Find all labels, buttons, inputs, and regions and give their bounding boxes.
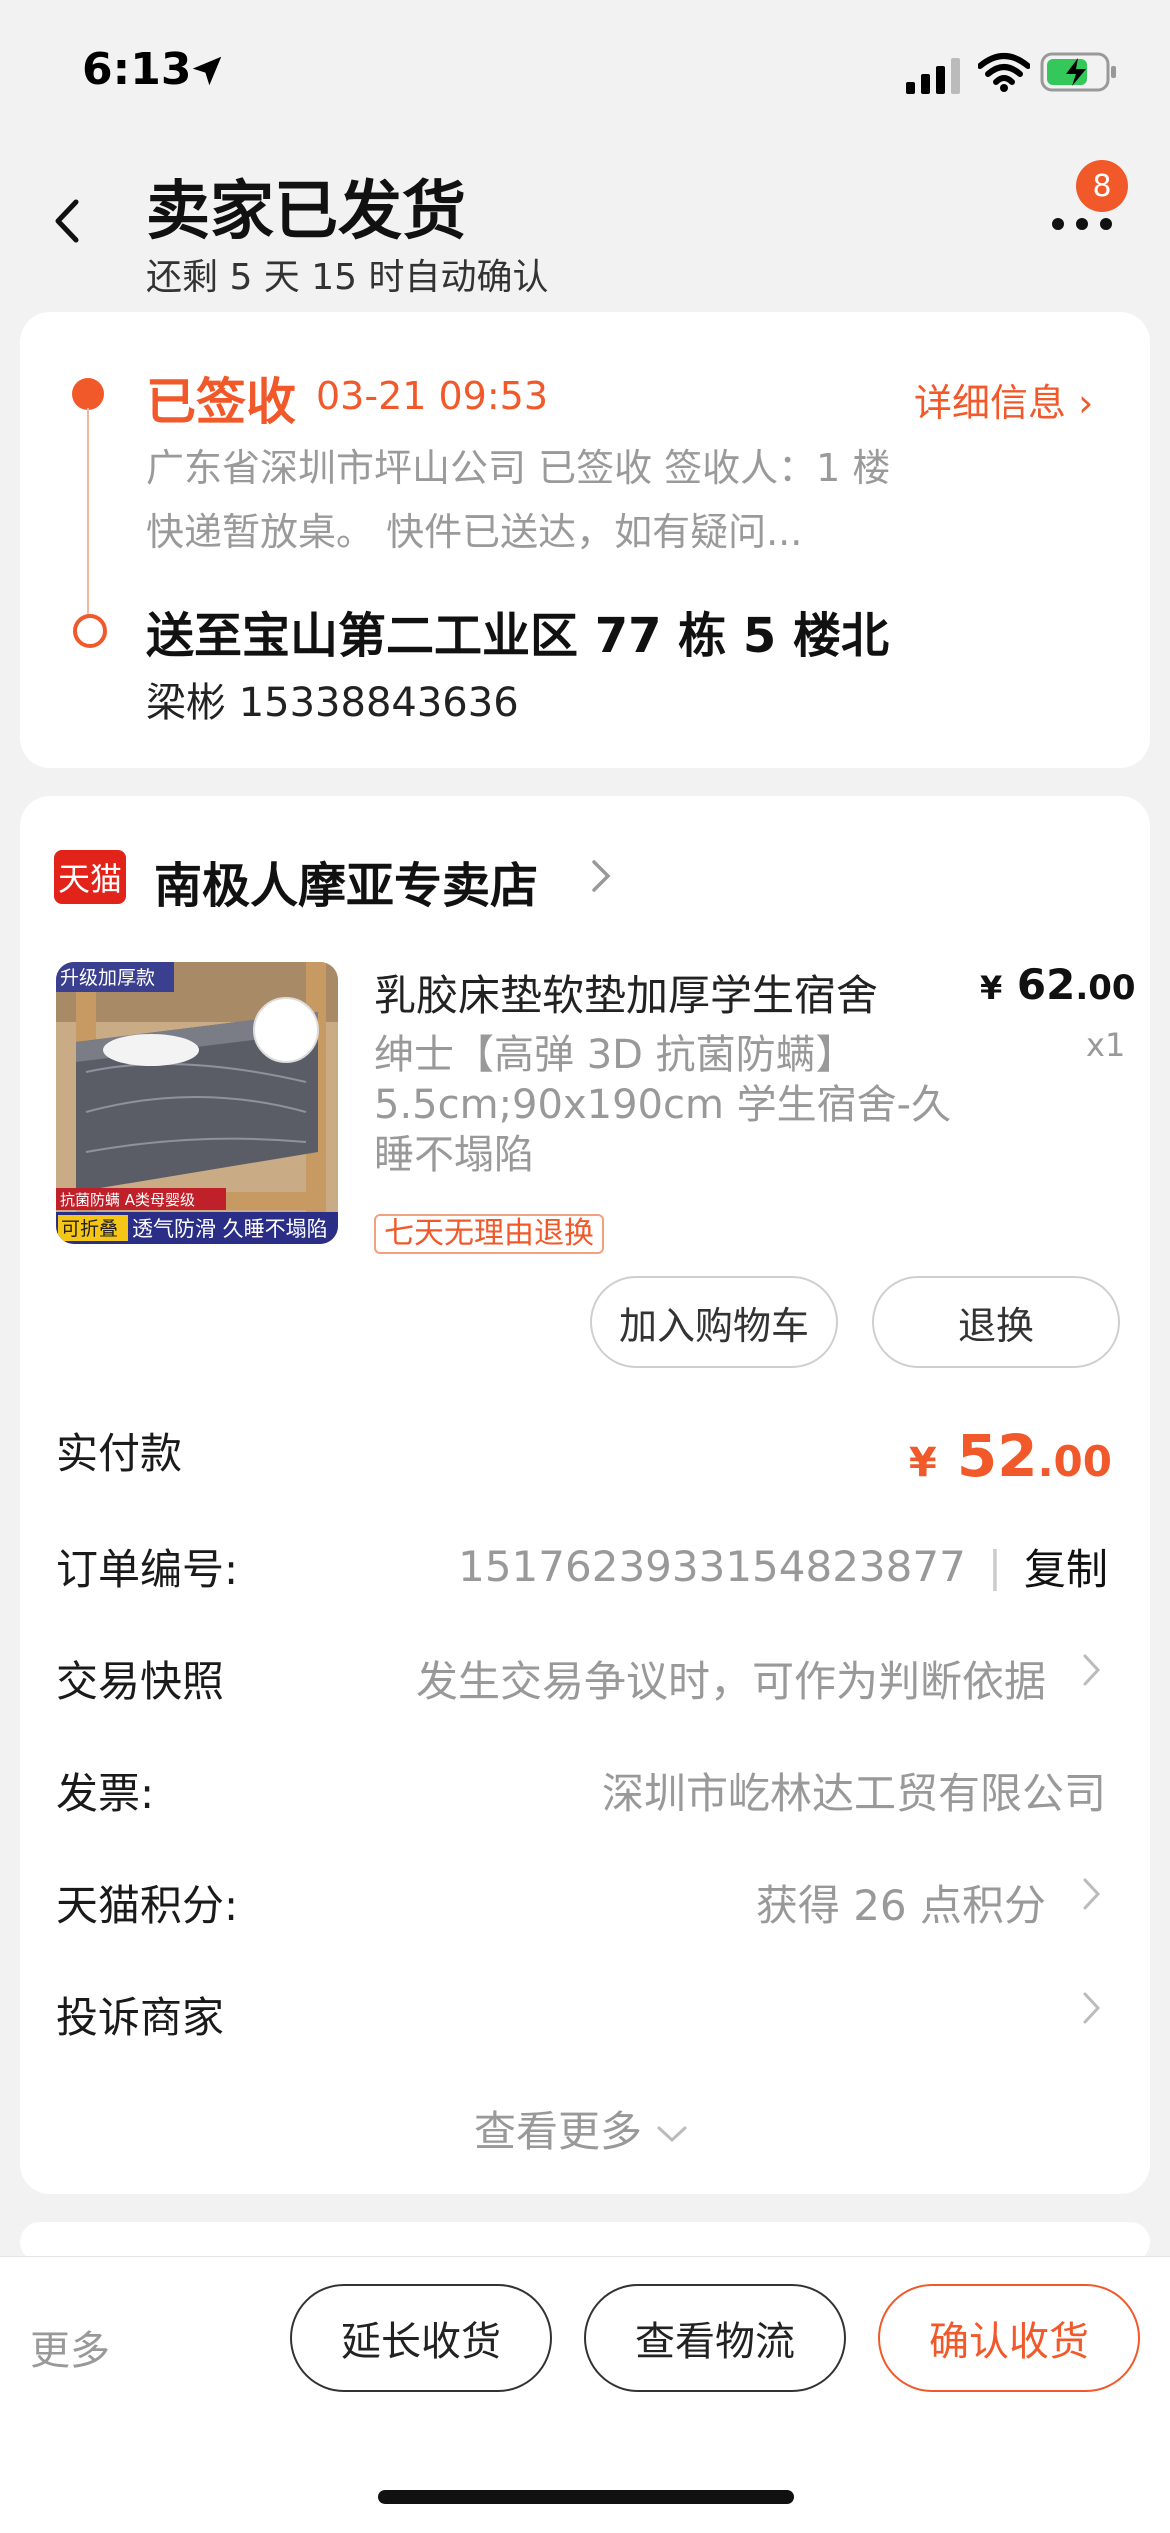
recipient-info: 梁彬 15338843636 (146, 680, 519, 726)
tracking-description: 广东省深圳市坪山公司 已签收 签收人：1 楼快递暂放桌。 快件已送达，如有疑问.… (146, 446, 891, 554)
more-actions-button[interactable]: 更多 (30, 2318, 110, 2376)
order-number-group: 1517623933154823877 | 复制 (458, 1536, 1108, 1597)
back-icon[interactable] (48, 196, 88, 246)
product-spec: 绅士【高弹 3D 抗菌防螨】5.5cm;90x190cm 学生宿舍-久睡不塌陷 (374, 1032, 952, 1178)
cellular-signal-icon (906, 58, 960, 94)
view-logistics-button[interactable]: 查看物流 (584, 2284, 846, 2392)
chevron-right-icon[interactable] (1082, 1652, 1102, 1688)
confirm-receipt-button[interactable]: 确认收货 (878, 2284, 1140, 2392)
complain-merchant-label[interactable]: 投诉商家 (56, 1984, 224, 2045)
location-arrow-icon (192, 56, 222, 86)
image-mid-label: 抗菌防螨 A类母婴级 (60, 1191, 195, 1209)
store-name[interactable]: 南极人摩亚专卖店 (154, 846, 538, 916)
product-image[interactable]: 升级加厚款 抗菌防螨 A类母婴级 可折叠 透气防滑 久睡不塌陷 (56, 962, 338, 1244)
timeline-dot-current (72, 378, 104, 410)
image-bottom-label: 透气防滑 久睡不塌陷 (132, 1217, 328, 1241)
delivery-time: 03-21 09:53 (316, 374, 549, 418)
paid-amount-value: ¥ 52.00 (908, 1422, 1112, 1490)
snapshot-value[interactable]: 发生交易争议时，可作为判断依据 (416, 1648, 1046, 1709)
timeline-line (87, 408, 89, 618)
product-price: ¥ 62.00 (980, 960, 1136, 1009)
more-options-icon[interactable] (1050, 210, 1114, 232)
home-indicator[interactable] (378, 2490, 794, 2504)
delivery-status: 已签收 (146, 373, 296, 431)
status-time: 6:13 (82, 44, 192, 95)
wifi-icon (978, 53, 1030, 92)
product-title[interactable]: 乳胶床垫软垫加厚学生宿舍 (374, 962, 934, 1023)
notification-badge: 8 (1076, 160, 1128, 212)
timeline-dot-destination (73, 614, 107, 648)
product-quantity: x1 (1086, 1026, 1126, 1064)
detail-info-link[interactable]: 详细信息 › (914, 372, 1093, 427)
add-to-cart-button[interactable]: 加入购物车 (590, 1276, 838, 1368)
snapshot-label: 交易快照 (56, 1657, 225, 1706)
order-number-value: 1517623933154823877 (458, 1542, 966, 1591)
auto-confirm-countdown: 还剩 5 天 15 时自动确认 (146, 257, 549, 298)
points-value[interactable]: 获得 26 点积分 (756, 1872, 1046, 1933)
chevron-right-icon[interactable] (1082, 1990, 1102, 2026)
chevron-down-icon (657, 2126, 687, 2142)
shipping-address: 送至宝山第二工业区 77 栋 5 楼北 (146, 608, 890, 664)
page-title: 卖家已发货 (146, 175, 466, 249)
extend-receipt-button[interactable]: 延长收货 (290, 2284, 552, 2392)
image-bottom-tag: 可折叠 (61, 1218, 118, 1240)
return-exchange-button[interactable]: 退换 (872, 1276, 1120, 1368)
divider: | (987, 1542, 1002, 1591)
image-top-label: 升级加厚款 (60, 967, 155, 989)
invoice-label: 发票: (56, 1769, 155, 1818)
tmall-logo: 天猫 (54, 850, 126, 904)
invoice-value: 深圳市屹林达工贸有限公司 (601, 1769, 1106, 1818)
chevron-right-icon[interactable] (1082, 1876, 1102, 1912)
chevron-right-icon[interactable] (590, 856, 614, 896)
see-more-link[interactable]: 查看更多 (474, 2098, 689, 2159)
copy-button[interactable]: 复制 (1024, 1536, 1108, 1597)
paid-amount-label: 实付款 (56, 1429, 183, 1478)
order-number-label: 订单编号: (56, 1545, 239, 1594)
battery-charging-icon (1040, 52, 1116, 92)
return-policy-tag: 七天无理由退换 (374, 1214, 604, 1254)
points-label: 天猫积分: (56, 1881, 239, 1930)
